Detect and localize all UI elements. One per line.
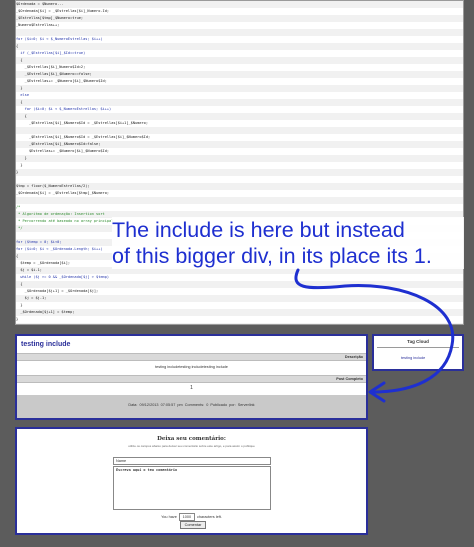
annotation-arrow	[294, 268, 455, 403]
arrow-path	[294, 268, 455, 394]
